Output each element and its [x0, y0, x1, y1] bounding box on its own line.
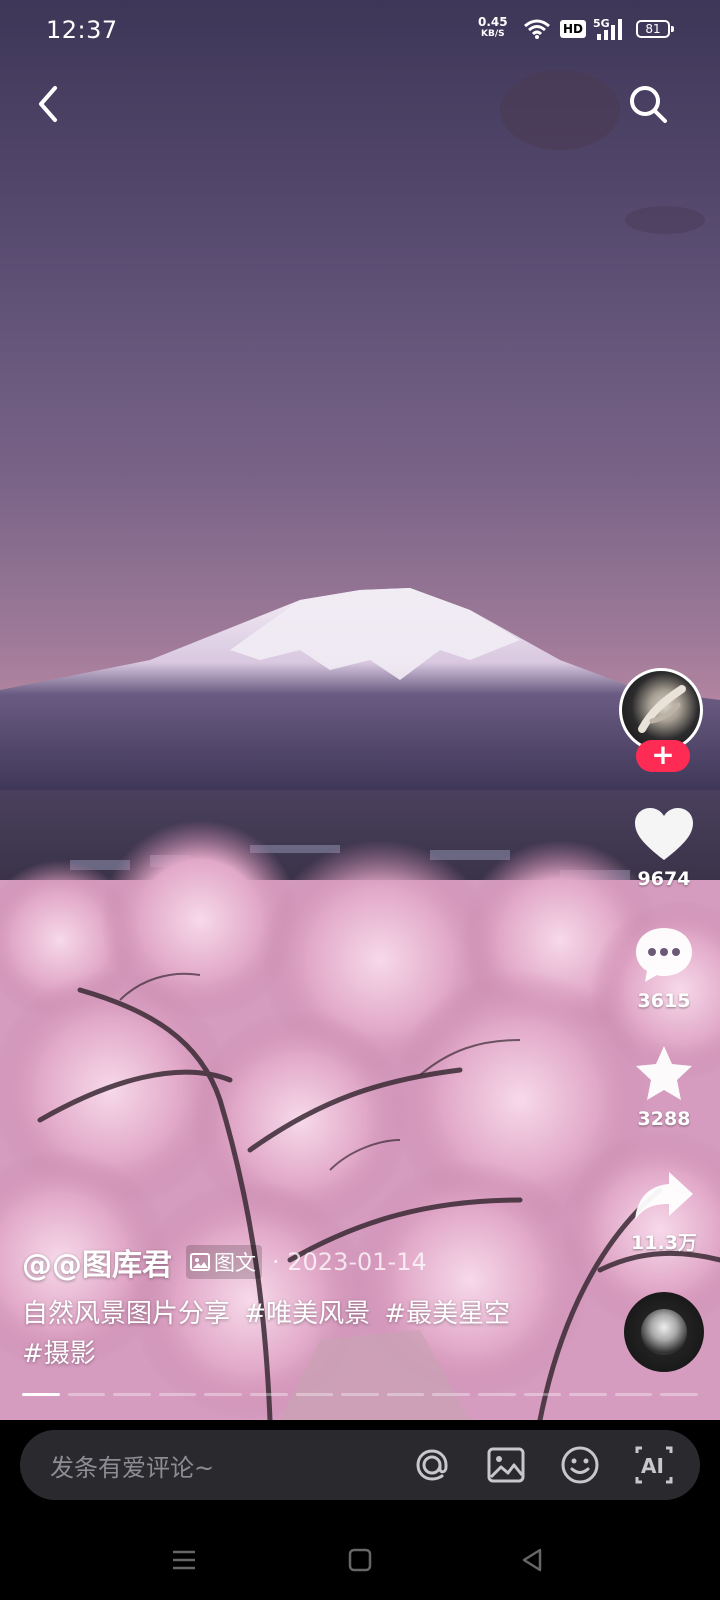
image-icon — [487, 1447, 525, 1483]
progress-segment — [158, 1393, 197, 1396]
ai-icon: AI — [635, 1446, 673, 1484]
progress-segment — [614, 1393, 653, 1396]
landscape-illustration — [0, 70, 720, 1420]
network-speed: 0.45 KB/S — [478, 15, 508, 39]
menu-nav-button[interactable] — [164, 1540, 204, 1580]
wifi-icon — [523, 18, 551, 44]
follow-button[interactable]: + — [636, 740, 690, 772]
hashtag[interactable]: #最美星空 — [384, 1299, 510, 1329]
share-count: 11.3万 — [631, 1232, 697, 1254]
progress-segment — [341, 1393, 379, 1396]
post-date: · 2023-01-14 — [272, 1248, 427, 1276]
like-button[interactable]: 9674 — [620, 806, 708, 890]
post-description: 自然风景图片分享 #唯美风景 #最美星空 #摄影 — [22, 1294, 582, 1374]
svg-text:AI: AI — [641, 1454, 664, 1478]
post-image[interactable] — [0, 0, 720, 1420]
home-nav-button[interactable] — [340, 1540, 380, 1580]
comment-button[interactable]: 3615 — [620, 926, 708, 1012]
progress-segment — [295, 1393, 334, 1396]
chevron-left-icon — [39, 86, 57, 122]
favorite-button[interactable]: 3288 — [620, 1044, 708, 1130]
progress-segment — [22, 1393, 60, 1396]
progress-segment — [477, 1393, 516, 1396]
author-row: @@图库君 图文 · 2023-01-14 — [22, 1240, 427, 1284]
progress-segment — [432, 1393, 470, 1396]
comment-input[interactable]: 发条有爱评论~ — [50, 1448, 404, 1483]
home-square-icon — [348, 1548, 372, 1572]
progress-segment — [569, 1393, 607, 1396]
comment-bar: 发条有爱评论~ AI — [20, 1430, 700, 1500]
share-arrow-icon — [635, 1172, 693, 1220]
progress-segment — [67, 1393, 106, 1396]
image-icon — [190, 1253, 210, 1271]
battery-indicator: 81 — [636, 20, 674, 38]
music-cover — [641, 1309, 687, 1355]
ai-button[interactable]: AI — [626, 1437, 682, 1493]
image-progress-indicator — [22, 1393, 698, 1397]
status-time: 12:37 — [46, 16, 118, 44]
progress-segment — [204, 1393, 242, 1396]
signal-5g-icon: 5G — [593, 16, 627, 46]
hashtag[interactable]: #摄影 — [22, 1339, 96, 1369]
system-navigation-bar — [0, 1520, 720, 1600]
share-button[interactable]: 11.3万 — [620, 1170, 708, 1255]
back-nav-button[interactable] — [512, 1540, 552, 1580]
like-count: 9674 — [637, 868, 691, 890]
image-picker-button[interactable] — [478, 1437, 534, 1493]
status-bar: 12:37 0.45 KB/S HD 5G 81 — [0, 0, 720, 62]
progress-segment — [113, 1393, 151, 1396]
post-type-badge: 图文 — [186, 1245, 262, 1279]
author-avatar-group: + — [619, 668, 707, 772]
progress-segment — [523, 1393, 562, 1396]
author-name[interactable]: @@图库君 — [22, 1240, 172, 1284]
menu-icon — [173, 1550, 195, 1570]
progress-segment — [660, 1393, 698, 1396]
hashtag[interactable]: #唯美风景 — [244, 1299, 370, 1329]
emoji-icon — [561, 1446, 599, 1484]
svg-text:5G: 5G — [593, 17, 610, 30]
comment-bubble-icon — [636, 928, 692, 982]
hd-badge: HD — [560, 20, 587, 38]
music-disc[interactable] — [624, 1292, 704, 1372]
search-button[interactable] — [624, 80, 672, 128]
back-triangle-icon — [522, 1548, 542, 1572]
mention-button[interactable] — [404, 1437, 460, 1493]
search-icon — [630, 86, 667, 123]
emoji-button[interactable] — [552, 1437, 608, 1493]
at-icon — [416, 1449, 448, 1481]
progress-segment — [249, 1393, 288, 1396]
heart-icon — [635, 808, 693, 860]
description-text: 自然风景图片分享 — [22, 1299, 231, 1329]
star-icon — [636, 1046, 692, 1100]
back-button[interactable] — [24, 80, 72, 128]
progress-segment — [386, 1393, 425, 1396]
favorite-count: 3288 — [637, 1108, 691, 1130]
comment-count: 3615 — [637, 990, 691, 1012]
